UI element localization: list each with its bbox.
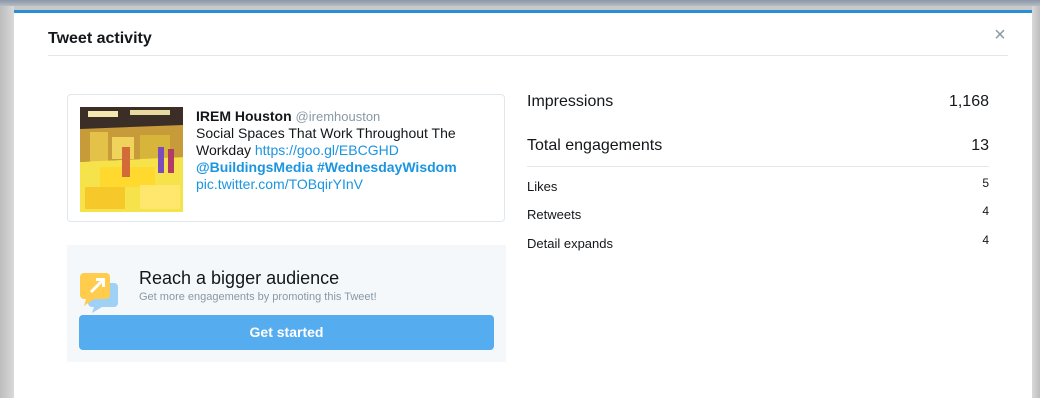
modal-title: Tweet activity bbox=[48, 30, 152, 47]
detail-expands-label: Detail expands bbox=[527, 236, 613, 251]
retweets-value: 4 bbox=[982, 204, 989, 218]
header-divider bbox=[48, 55, 1008, 56]
overlay-left bbox=[0, 6, 14, 398]
retweets-row: Retweets 4 bbox=[527, 204, 989, 224]
metrics-divider bbox=[527, 166, 989, 167]
tweet-hashtag[interactable]: #WednesdayWisdom bbox=[317, 159, 457, 175]
tweet-image[interactable] bbox=[80, 107, 183, 212]
tweet-body: IREM Houston @iremhouston Social Spaces … bbox=[196, 108, 496, 193]
tweet-text-line1: Social Spaces That Work Throughout The bbox=[196, 125, 456, 141]
retweets-label: Retweets bbox=[527, 207, 582, 222]
total-engagements-value: 13 bbox=[971, 137, 989, 154]
likes-value: 5 bbox=[982, 176, 989, 190]
total-engagements-label: Total engagements bbox=[527, 137, 663, 154]
browser-top-strip bbox=[0, 0, 1040, 6]
engagements-row: Total engagements 13 bbox=[527, 137, 989, 159]
modal-top-accent bbox=[14, 10, 1032, 13]
impressions-row: Impressions 1,168 bbox=[527, 93, 989, 115]
close-icon[interactable]: × bbox=[988, 23, 1012, 47]
impressions-label: Impressions bbox=[527, 93, 614, 110]
tweet-mention[interactable]: @BuildingsMedia bbox=[196, 159, 313, 175]
tweet-author[interactable]: IREM Houston bbox=[196, 108, 292, 124]
tweet-text-line2: Workday bbox=[196, 142, 255, 158]
tweet-card[interactable]: IREM Houston @iremhouston Social Spaces … bbox=[67, 94, 505, 222]
promote-panel: Reach a bigger audience Get more engagem… bbox=[67, 245, 506, 362]
promote-title: Reach a bigger audience bbox=[139, 268, 340, 288]
promote-arrow-icon bbox=[78, 269, 126, 313]
get-started-button[interactable]: Get started bbox=[79, 315, 494, 350]
promote-subtitle: Get more engagements by promoting this T… bbox=[139, 291, 377, 303]
likes-row: Likes 5 bbox=[527, 176, 989, 196]
tweet-pic-link[interactable]: pic.twitter.com/TOBqirYInV bbox=[196, 176, 363, 192]
impressions-value: 1,168 bbox=[948, 93, 989, 110]
detail-expands-value: 4 bbox=[982, 233, 989, 247]
tweet-link[interactable]: https://goo.gl/EBCGHD bbox=[255, 142, 399, 158]
tweet-activity-modal: Tweet activity × IREM Houston @iremhoust… bbox=[14, 13, 1032, 398]
tweet-handle[interactable]: @iremhouston bbox=[296, 109, 381, 124]
overlay-right bbox=[1032, 6, 1040, 398]
detail-expands-row: Detail expands 4 bbox=[527, 233, 989, 253]
likes-label: Likes bbox=[527, 179, 558, 194]
